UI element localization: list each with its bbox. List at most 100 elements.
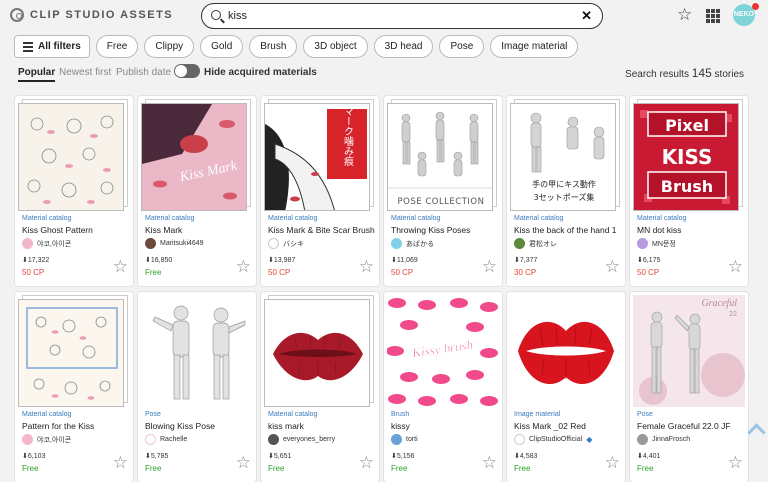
asset-author[interactable]: JinnaFrosch xyxy=(637,434,690,445)
asset-thumbnail[interactable] xyxy=(510,295,622,407)
asset-author[interactable]: 君松オレ xyxy=(514,238,557,249)
author-name: バシキ xyxy=(283,240,304,248)
asset-author[interactable]: バシキ xyxy=(268,238,304,249)
asset-card[interactable]: Pose Blowing Kiss Pose Rachelle ⬇5,785 F… xyxy=(138,292,256,482)
asset-card[interactable]: Kiss Mark Material catalog Kiss Mark Mar… xyxy=(138,96,256,286)
asset-category: Brush xyxy=(391,411,410,418)
asset-author[interactable]: ClipStudioOfficial ◆ xyxy=(514,434,592,445)
asset-thumbnail[interactable] xyxy=(18,99,130,211)
asset-title[interactable]: Female Graceful 22.0 JF xyxy=(637,421,731,431)
asset-price: Free xyxy=(514,464,531,473)
filter-chip-3d-head[interactable]: 3D head xyxy=(373,35,434,58)
favorite-star-icon[interactable]: ☆ xyxy=(113,454,128,471)
asset-title[interactable]: Pattern for the Kiss xyxy=(22,421,94,431)
download-count: ⬇13,987 xyxy=(268,257,296,264)
asset-card[interactable]: Kissy brush Brush kissy torti ⬇5,156 Fre… xyxy=(384,292,502,482)
asset-card[interactable]: 手の甲にキス動作 3セットポーズ集 Material catalog Kiss … xyxy=(507,96,625,286)
favorites-star-icon[interactable]: ☆ xyxy=(677,5,692,25)
filter-chip-clippy[interactable]: Clippy xyxy=(144,35,195,58)
asset-card[interactable]: Material catalog Pattern for the Kiss 야코… xyxy=(15,292,133,482)
favorite-star-icon[interactable]: ☆ xyxy=(605,258,620,275)
asset-thumbnail[interactable]: Graceful 22 xyxy=(633,295,745,407)
asset-title[interactable]: Kiss the back of the hand 1 xyxy=(514,225,617,235)
asset-title[interactable]: kissy xyxy=(391,421,410,431)
asset-card[interactable]: Image material Kiss Mark _02 Red ClipStu… xyxy=(507,292,625,482)
asset-thumbnail[interactable] xyxy=(141,295,253,407)
favorite-star-icon[interactable]: ☆ xyxy=(236,454,251,471)
favorite-star-icon[interactable]: ☆ xyxy=(359,454,374,471)
asset-price: 30 CP xyxy=(514,268,537,277)
asset-author[interactable]: あばかる xyxy=(391,238,434,249)
download-count: ⬇11,069 xyxy=(391,257,418,264)
author-name: Maritsuki4649 xyxy=(160,240,204,247)
favorite-star-icon[interactable]: ☆ xyxy=(482,454,497,471)
favorite-star-icon[interactable]: ☆ xyxy=(359,258,374,275)
asset-author[interactable]: everyones_berry xyxy=(268,434,335,445)
favorite-star-icon[interactable]: ☆ xyxy=(236,258,251,275)
sort-publish-date[interactable]: Publish date xyxy=(116,67,171,78)
asset-thumbnail[interactable]: 手の甲にキス動作 3セットポーズ集 xyxy=(510,99,622,211)
asset-card[interactable]: Pixel KISS Brush Material catalog MN dot… xyxy=(630,96,748,286)
asset-thumbnail[interactable]: POSE COLLECTION xyxy=(387,99,499,211)
asset-author[interactable]: 야코,아이콘 xyxy=(22,434,71,445)
search-input[interactable] xyxy=(228,8,558,24)
asset-thumbnail[interactable] xyxy=(264,295,376,407)
favorite-star-icon[interactable]: ☆ xyxy=(728,454,743,471)
asset-price: 50 CP xyxy=(637,268,660,277)
filter-chip-pose[interactable]: Pose xyxy=(439,35,485,58)
asset-thumbnail[interactable]: Kiss Mark xyxy=(141,99,253,211)
asset-title[interactable]: Kiss Mark _02 Red xyxy=(514,421,586,431)
thumb-text: POSE COLLECTION xyxy=(398,197,485,207)
filter-chip-image-material[interactable]: Image material xyxy=(490,35,579,58)
asset-card[interactable]: Material catalog Kiss Ghost Pattern 야코,아… xyxy=(15,96,133,286)
asset-thumbnail[interactable]: Pixel KISS Brush xyxy=(633,99,745,211)
thumb-text: 手の甲にキス動作 xyxy=(532,179,596,189)
author-avatar xyxy=(637,434,648,445)
scroll-to-top-icon[interactable] xyxy=(748,424,766,438)
filter-chip-3d-object[interactable]: 3D object xyxy=(303,35,368,58)
author-avatar xyxy=(514,434,525,445)
all-filters-label: All filters xyxy=(38,41,81,52)
asset-author[interactable]: Rachelle xyxy=(145,434,187,445)
filter-chip-free[interactable]: Free xyxy=(95,35,139,58)
asset-card[interactable]: Material catalog kiss mark everyones_ber… xyxy=(261,292,379,482)
favorite-star-icon[interactable]: ☆ xyxy=(482,258,497,275)
asset-author[interactable]: Maritsuki4649 xyxy=(145,238,204,249)
asset-category: Material catalog xyxy=(391,215,441,222)
asset-author[interactable]: MN문정 xyxy=(637,238,676,249)
brand-logo[interactable]: CLIP STUDIO ASSETS xyxy=(10,8,173,22)
favorite-star-icon[interactable]: ☆ xyxy=(113,258,128,275)
asset-author[interactable]: 야코,아이콘 xyxy=(22,238,71,249)
asset-card[interactable]: キスマーク噛み痕 Material catalog Kiss Mark & Bi… xyxy=(261,96,379,286)
asset-thumbnail[interactable] xyxy=(18,295,130,407)
asset-title[interactable]: Kiss Mark xyxy=(145,225,182,235)
author-avatar xyxy=(391,434,402,445)
asset-thumbnail[interactable]: キスマーク噛み痕 xyxy=(264,99,376,211)
asset-title[interactable]: Blowing Kiss Pose xyxy=(145,421,215,431)
apps-grid-icon[interactable] xyxy=(706,9,720,23)
asset-title[interactable]: Kiss Ghost Pattern xyxy=(22,225,93,235)
hide-acquired-toggle[interactable] xyxy=(174,64,200,78)
asset-title[interactable]: MN dot kiss xyxy=(637,225,681,235)
asset-author[interactable]: torti xyxy=(391,434,418,445)
favorite-star-icon[interactable]: ☆ xyxy=(605,454,620,471)
author-avatar xyxy=(145,434,156,445)
asset-thumbnail[interactable]: Kissy brush xyxy=(387,295,499,407)
clear-search-icon[interactable]: ✕ xyxy=(581,8,592,24)
author-avatar xyxy=(268,434,279,445)
filter-chip-gold[interactable]: Gold xyxy=(200,35,244,58)
author-name: MN문정 xyxy=(652,240,676,248)
asset-title[interactable]: Kiss Mark & Bite Scar Brush xyxy=(268,225,375,235)
brand-name: CLIP STUDIO ASSETS xyxy=(30,9,174,21)
asset-card[interactable]: POSE COLLECTION Material catalog Throwin… xyxy=(384,96,502,286)
asset-title[interactable]: Throwing Kiss Poses xyxy=(391,225,470,235)
all-filters-button[interactable]: All filters xyxy=(14,35,90,58)
search-icon[interactable] xyxy=(211,10,221,20)
download-count: ⬇4,401 xyxy=(637,453,661,460)
asset-card[interactable]: Graceful 22 Pose Female Graceful 22.0 JF… xyxy=(630,292,748,482)
filter-chip-brush[interactable]: Brush xyxy=(249,35,298,58)
favorite-star-icon[interactable]: ☆ xyxy=(728,258,743,275)
sort-popular[interactable]: Popular xyxy=(18,67,56,82)
sort-newest-first[interactable]: Newest first xyxy=(59,67,111,78)
asset-title[interactable]: kiss mark xyxy=(268,421,304,431)
